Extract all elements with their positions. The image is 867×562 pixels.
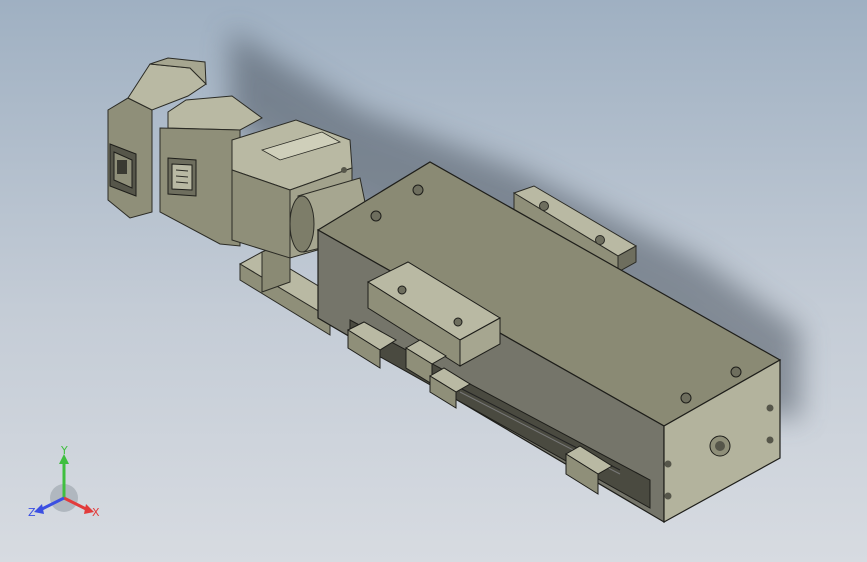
- bolt-icon: [766, 436, 774, 444]
- reference-triad: Y X Z: [28, 446, 100, 519]
- actuator-model[interactable]: [0, 0, 867, 562]
- screw-icon: [680, 392, 692, 404]
- screw-icon: [412, 184, 424, 196]
- bolt-icon: [664, 460, 672, 468]
- bolt-icon: [766, 404, 774, 412]
- screw-icon: [397, 285, 407, 295]
- x-label: X: [92, 506, 100, 519]
- z-label: Z: [28, 506, 36, 519]
- bolt-icon: [341, 167, 347, 173]
- y-label: Y: [60, 446, 68, 457]
- graphics-viewport[interactable]: Y X Z: [0, 0, 867, 562]
- screw-icon: [595, 235, 605, 245]
- screw-icon: [453, 317, 463, 327]
- screw-icon: [539, 201, 549, 211]
- bolt-icon: [664, 492, 672, 500]
- screw-icon: [370, 210, 382, 222]
- screw-icon: [730, 366, 742, 378]
